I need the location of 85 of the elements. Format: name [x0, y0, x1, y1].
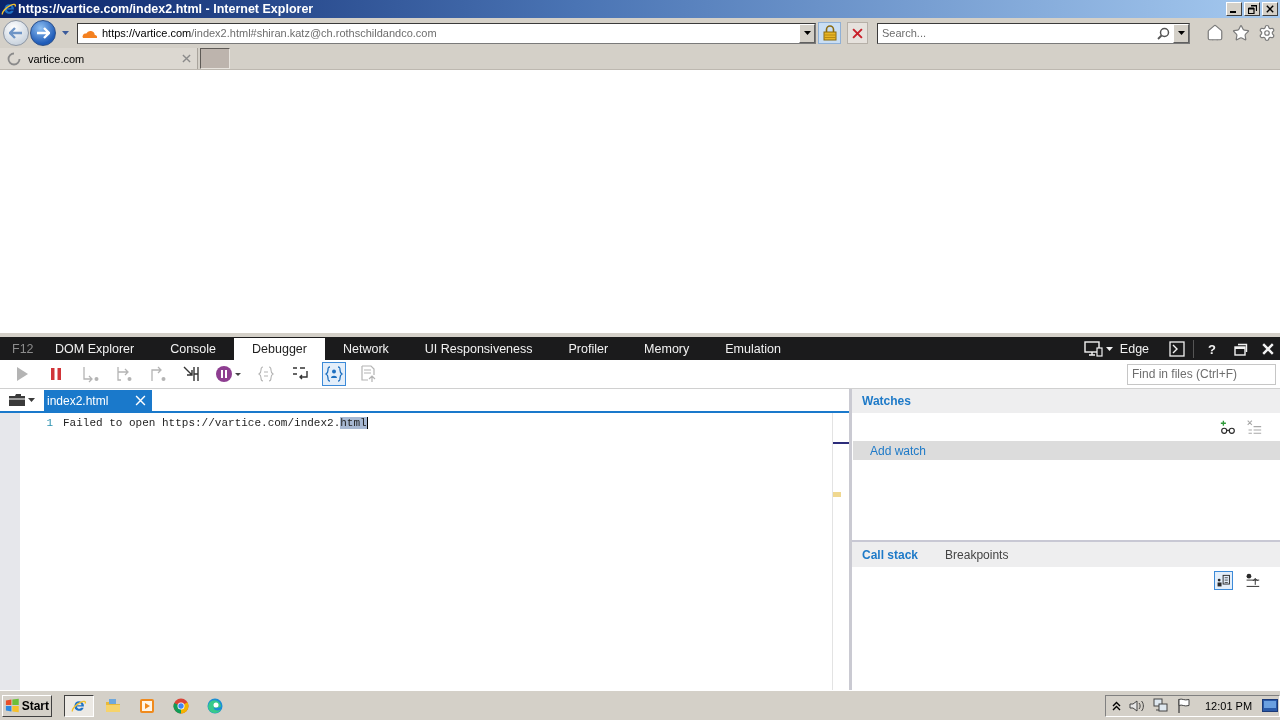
console-button[interactable]	[1169, 341, 1186, 357]
arrow-left-icon	[9, 27, 23, 39]
padlock-icon	[822, 25, 837, 41]
restore-icon	[1247, 4, 1257, 14]
network-icon[interactable]	[1153, 698, 1169, 713]
address-dropdown-button[interactable]	[799, 23, 815, 43]
browser-mode-button[interactable]: Edge	[1081, 341, 1152, 357]
restore-button[interactable]	[1244, 2, 1260, 16]
highlight-mark-icon	[833, 492, 841, 497]
arrow-right-icon	[36, 27, 50, 39]
speaker-icon[interactable]	[1129, 698, 1145, 713]
devtools-label: F12	[11, 341, 35, 358]
window-title: https://vartice.com/index2.html - Internet Explorer	[18, 2, 314, 16]
caret-icon	[1177, 31, 1185, 35]
circle-logo-icon	[173, 697, 189, 714]
list-arrow-icon	[1245, 572, 1260, 588]
close-icon	[1262, 343, 1274, 355]
devtools-tab[interactable]: Console	[152, 338, 235, 360]
flag-icon[interactable]	[1177, 698, 1191, 713]
devtools-tab[interactable]: DOM Explorer	[37, 338, 153, 360]
close-icon	[1266, 5, 1274, 13]
devtools-tab[interactable]: Emulation	[707, 338, 799, 360]
browser-logo-icon	[1, 1, 17, 17]
stop-button[interactable]	[847, 22, 868, 44]
console-icon	[1169, 341, 1186, 357]
position-line-icon	[833, 442, 849, 444]
close-devtools-button[interactable]	[1262, 343, 1274, 355]
line-number: 1	[45, 417, 53, 429]
monitor-icon	[1083, 341, 1103, 357]
star-icon[interactable]	[1232, 24, 1250, 42]
find-field[interactable]: Find in files (Ctrl+F)	[1127, 363, 1276, 385]
new-tab-button[interactable]	[200, 48, 230, 69]
folder-icon	[105, 697, 121, 714]
home-icon[interactable]	[1206, 24, 1224, 42]
taskbar-app-button[interactable]	[64, 694, 94, 717]
flag-logo-icon	[5, 698, 20, 713]
code-line: Failed to open https://vartice.com/index2.html	[63, 417, 368, 429]
devtools-tab[interactable]: Memory	[626, 338, 708, 360]
step-into-icon	[80, 364, 100, 384]
caret-icon	[803, 31, 811, 35]
restore-icon	[1234, 342, 1248, 356]
file-tab[interactable]: index2.html	[44, 390, 152, 411]
address-field[interactable]: https://vartice.com/index2.html#shiran.katz@ch.rothschildandco.com	[77, 22, 816, 44]
call-stack-option-button[interactable]	[1214, 570, 1233, 590]
glasses-plus-icon[interactable]	[1220, 419, 1236, 435]
panel-tab[interactable]: Call stack	[862, 547, 919, 562]
search-icon[interactable]	[1157, 26, 1170, 40]
start-button[interactable]: Start	[2, 694, 52, 717]
document-arrow-icon	[358, 364, 378, 384]
watches-title: Watches	[862, 394, 911, 408]
search-field[interactable]: Search...	[878, 23, 1157, 43]
folder-icon[interactable]	[8, 393, 26, 407]
toolbar-button[interactable]	[322, 362, 346, 386]
step-out-icon	[148, 364, 168, 384]
search-dropdown-button[interactable]	[1173, 23, 1189, 43]
panel-tab[interactable]: Breakpoints	[945, 547, 1009, 562]
play-tile-icon	[139, 697, 155, 714]
tab-title: vartice.com	[28, 52, 85, 65]
browser-tab[interactable]: vartice.com	[0, 48, 198, 69]
cloud-icon	[81, 28, 98, 38]
undock-button[interactable]	[1234, 342, 1248, 356]
caret-icon[interactable]	[28, 398, 35, 402]
devtools-tab[interactable]: Debugger	[234, 338, 325, 360]
swirl-logo-icon	[207, 697, 223, 714]
close-button[interactable]	[1262, 2, 1278, 16]
frame-list-icon	[1216, 572, 1231, 588]
search-bar[interactable]: Search...	[877, 22, 1190, 44]
help-button[interactable]: ?	[1204, 341, 1220, 357]
pause-circle-icon	[215, 364, 243, 384]
caret-icon	[1105, 347, 1113, 351]
clock: 12:01 PM	[1205, 699, 1253, 712]
braces-person-icon	[324, 364, 344, 384]
show-desktop-icon[interactable]	[1262, 699, 1279, 712]
minimize-button[interactable]	[1226, 2, 1242, 16]
devtools-tab[interactable]: Profiler	[550, 338, 627, 360]
forward-button[interactable]	[30, 20, 56, 46]
arrow-bars-icon	[182, 364, 202, 384]
caret-icon	[61, 31, 69, 35]
devtools-tab[interactable]: Network	[324, 338, 407, 360]
braces-icon	[256, 364, 276, 384]
chevron-up-icon[interactable]	[1112, 700, 1121, 711]
devtools-tab[interactable]: UI Responsiveness	[406, 338, 551, 360]
close-icon	[852, 27, 863, 39]
step-over-icon	[114, 364, 134, 384]
settings-icon[interactable]	[1258, 24, 1276, 42]
